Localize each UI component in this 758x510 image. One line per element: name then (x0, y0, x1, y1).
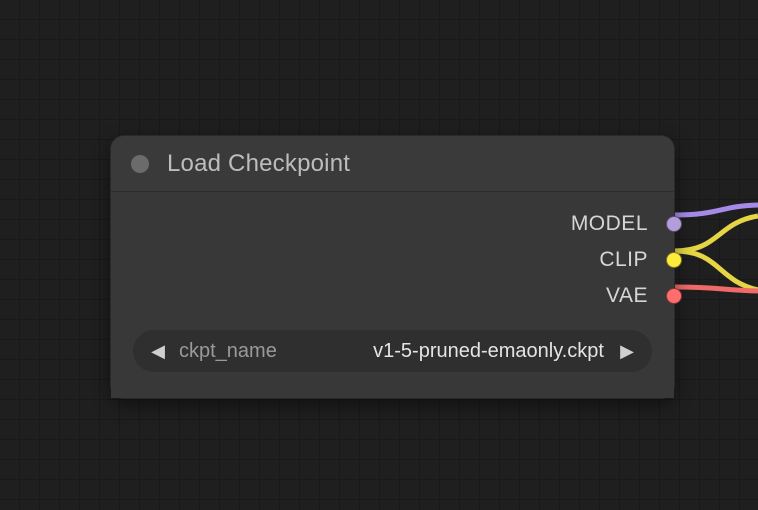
node-load-checkpoint[interactable]: Load Checkpoint MODEL CLIP VAE ◀ ckpt_na… (110, 135, 675, 399)
node-outputs: MODEL CLIP VAE (111, 204, 674, 320)
output-label-clip: CLIP (599, 248, 648, 272)
combo-label: ckpt_name (175, 340, 277, 363)
chevron-right-icon[interactable]: ▶ (610, 341, 644, 362)
output-label-vae: VAE (606, 284, 648, 308)
node-titlebar[interactable]: Load Checkpoint (111, 136, 674, 192)
output-model: MODEL (111, 206, 674, 242)
combo-value: v1-5-pruned-emaonly.ckpt (277, 340, 610, 363)
port-clip[interactable] (666, 252, 682, 268)
output-vae: VAE (111, 278, 674, 314)
node-body: MODEL CLIP VAE ◀ ckpt_name v1-5-pruned-e… (111, 192, 674, 398)
node-title: Load Checkpoint (167, 150, 350, 178)
chevron-left-icon[interactable]: ◀ (141, 341, 175, 362)
output-label-model: MODEL (571, 212, 648, 236)
port-model[interactable] (666, 216, 682, 232)
ckpt-name-selector[interactable]: ◀ ckpt_name v1-5-pruned-emaonly.ckpt ▶ (133, 330, 652, 372)
node-widgets: ◀ ckpt_name v1-5-pruned-emaonly.ckpt ▶ (111, 320, 674, 394)
output-clip: CLIP (111, 242, 674, 278)
port-vae[interactable] (666, 288, 682, 304)
node-status-dot (131, 155, 149, 173)
